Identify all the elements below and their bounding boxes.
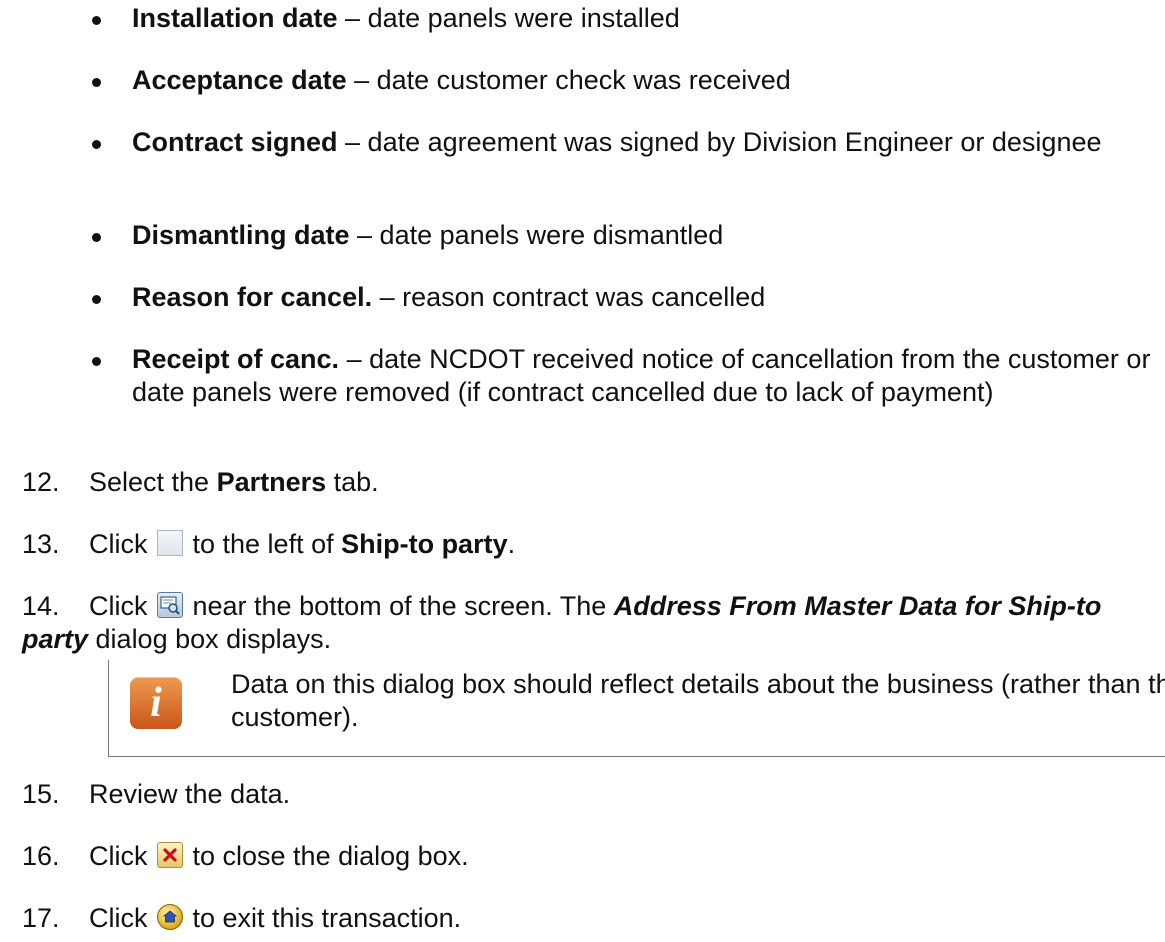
bullet-reason-for-cancel: Reason for cancel. – reason contract was… <box>92 281 765 314</box>
bullet-receipt-of-canc: Receipt of canc. – date NCDOT received n… <box>92 343 1162 409</box>
step-text: Click <box>89 591 155 621</box>
step-number: 16. <box>22 841 60 871</box>
step-number: 14. <box>22 591 60 621</box>
step-14: 14. Click near the bottom of the screen. … <box>22 590 1142 656</box>
bullet-term: Reason for cancel. <box>132 282 373 312</box>
display-address-icon <box>157 592 183 618</box>
step-number: 17. <box>22 903 60 933</box>
bullet-term: Contract signed <box>132 127 338 157</box>
step-number: 15. <box>22 779 60 809</box>
step-text: Select the <box>89 467 217 497</box>
blank-button-icon <box>157 530 183 556</box>
bullet-description: – date panels were installed <box>337 3 680 33</box>
step-text: to exit this transaction. <box>185 903 462 933</box>
step-text: to close the dialog box. <box>185 841 469 871</box>
close-icon <box>157 842 183 868</box>
step-text: . <box>507 529 516 559</box>
bullet-term: Dismantling date <box>132 220 350 250</box>
step-16: 16. Click to close the dialog box. <box>22 840 1142 873</box>
step-13: 13. Click to the left of Ship-to party. <box>22 528 1142 561</box>
bullet-installation-date: Installation date – date panels were ins… <box>92 2 680 35</box>
bullet-description: – date panels were dismantled <box>349 220 724 250</box>
step-text: to the left of <box>185 529 342 559</box>
info-icon-glyph: i <box>150 680 162 726</box>
exit-icon <box>157 904 183 930</box>
note-text: Data on this dialog box should reflect d… <box>231 669 1165 732</box>
bullet-term: Acceptance date <box>132 65 347 95</box>
step-text: dialog box displays. <box>88 624 332 654</box>
bullet-dismantling-date: Dismantling date – date panels were dism… <box>92 219 723 252</box>
step-bold-text: Partners <box>216 467 327 497</box>
step-number: 13. <box>22 529 60 559</box>
step-text: tab. <box>326 467 379 497</box>
bullet-description: – date customer check was received <box>346 65 791 95</box>
step-17: 17. Click to exit this transaction. <box>22 902 1142 935</box>
bullet-term: Installation date <box>132 3 338 33</box>
bullet-description: – date agreement was signed by Division … <box>337 127 1102 157</box>
bullet-description: – reason contract was cancelled <box>372 282 766 312</box>
step-text: Click <box>89 903 155 933</box>
info-icon: i <box>130 677 182 729</box>
info-note: i Data on this dialog box should reflect… <box>108 660 1165 757</box>
bullet-term: Receipt of canc. <box>132 344 340 374</box>
step-text: near the bottom of the screen. The <box>185 591 614 621</box>
step-bold-text: Ship-to party <box>341 529 508 559</box>
step-text: Click <box>89 841 155 871</box>
step-number: 12. <box>22 467 60 497</box>
step-12: 12. Select the Partners tab. <box>22 466 1142 499</box>
step-text: Review the data. <box>89 779 291 809</box>
bullet-contract-signed: Contract signed – date agreement was sig… <box>92 126 1102 159</box>
step-text: Click <box>89 529 155 559</box>
bullet-acceptance-date: Acceptance date – date customer check wa… <box>92 64 791 97</box>
step-15: 15. Review the data. <box>22 778 1142 811</box>
